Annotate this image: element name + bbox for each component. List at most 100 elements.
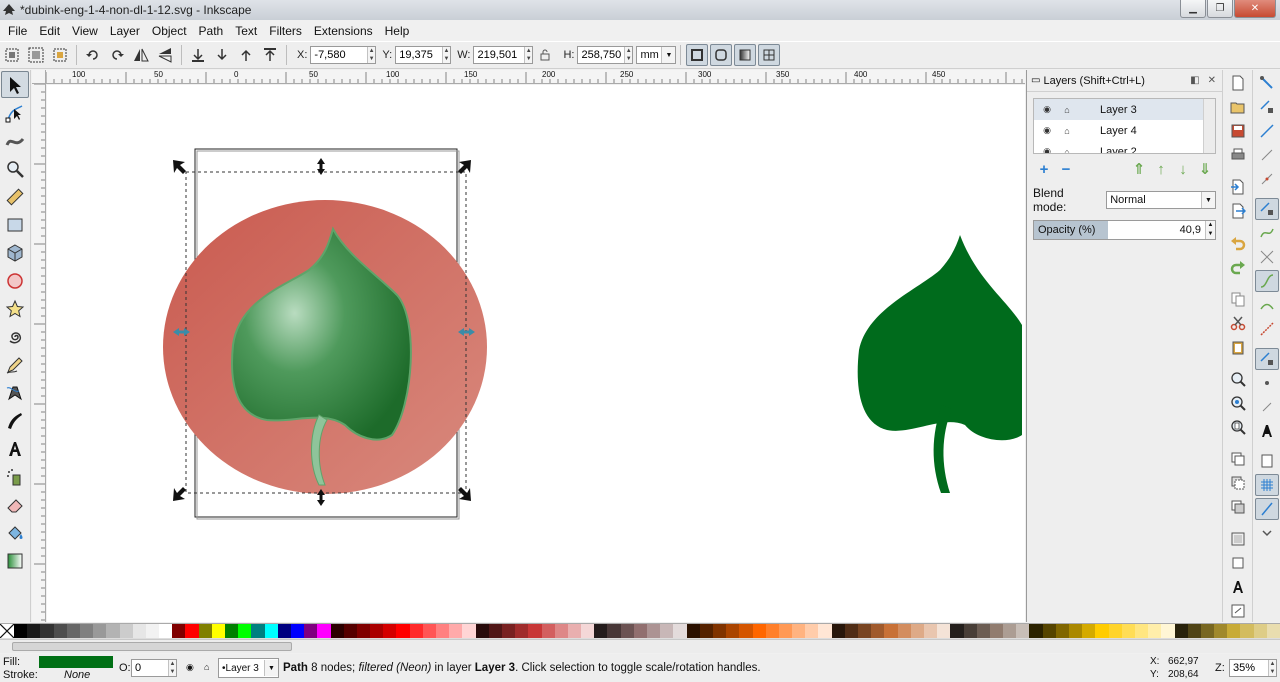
raise-icon[interactable] [235,44,257,66]
eye-icon[interactable]: ◉ [1040,125,1054,136]
snap-midpoints-icon[interactable] [1255,318,1279,340]
palette-swatch[interactable] [660,624,674,638]
snap-smooth-nodes-icon[interactable] [1255,294,1279,316]
palette-swatch[interactable] [436,624,450,638]
unlink-clone-icon[interactable] [1226,496,1250,518]
save-icon[interactable] [1226,120,1250,142]
menu-text[interactable]: Text [229,24,263,38]
deselect-icon[interactable] [49,44,71,66]
horizontal-ruler[interactable]: 100 50 0 50 100 150 200 250 300 350 400 … [46,70,1025,84]
fill-swatch[interactable] [39,656,113,668]
lower-layer-to-bottom-icon[interactable]: ⇓ [1194,159,1216,179]
palette-swatch[interactable] [647,624,661,638]
lock-icon[interactable]: ⌂ [1060,126,1074,136]
lower-icon[interactable] [211,44,233,66]
palette-swatch[interactable] [1108,624,1122,638]
palette-swatch[interactable] [251,624,265,638]
green-leaf[interactable] [857,235,1022,493]
palette-swatch[interactable] [765,624,779,638]
palette-swatch[interactable] [831,624,845,638]
palette-swatch[interactable] [1214,624,1228,638]
duplicate-icon[interactable] [1226,448,1250,470]
maximize-button[interactable]: ❐ [1207,0,1233,18]
palette-swatch[interactable] [792,624,806,638]
h-field[interactable]: ▲▼ [577,46,634,64]
palette-swatch[interactable] [1095,624,1109,638]
text-tool-icon[interactable] [1,435,29,462]
x-input[interactable] [311,47,367,63]
minimize-button[interactable]: ▁ [1180,0,1206,18]
open-file-icon[interactable] [1226,96,1250,118]
ellipse-tool-icon[interactable] [1,267,29,294]
opacity-status-stepper[interactable]: ▲ ▼ [167,660,176,676]
w-input[interactable] [474,47,524,63]
raise-layer-icon[interactable]: ↑ [1150,159,1172,179]
snap-nodes-icon[interactable] [1254,198,1279,220]
palette-swatch[interactable] [950,624,964,638]
cut-icon[interactable] [1226,312,1250,334]
layer-row[interactable]: ◉ ⌂ Layer 2 [1034,141,1215,154]
palette-swatch[interactable] [1003,624,1017,638]
palette-swatch[interactable] [739,624,753,638]
group-icon[interactable] [1226,528,1250,550]
palette-swatch[interactable] [172,624,186,638]
menu-layer[interactable]: Layer [104,24,146,38]
flip-horizontal-icon[interactable] [130,44,152,66]
h-stepper[interactable]: ▲ ▼ [624,47,633,63]
palette-swatch[interactable] [317,624,331,638]
palette-swatch[interactable] [330,624,344,638]
snap-cusp-nodes-icon[interactable] [1254,270,1279,292]
3d-box-tool-icon[interactable] [1,239,29,266]
palette-swatch[interactable] [1029,624,1043,638]
canvas-drawing[interactable] [47,85,1025,622]
menu-path[interactable]: Path [193,24,230,38]
scale-stroke-icon[interactable] [686,44,709,66]
palette-swatch[interactable] [238,624,252,638]
opacity-status-field[interactable]: ▲▼ [131,659,177,677]
palette-swatch[interactable] [211,624,225,638]
palette-swatch[interactable] [1121,624,1135,638]
palette-swatch[interactable] [422,624,436,638]
palette-swatch[interactable] [198,624,212,638]
layer-lock-icon[interactable]: ⌂ [204,662,209,672]
palette-swatch[interactable] [567,624,582,638]
palette-swatch[interactable] [1082,624,1096,638]
spray-tool-icon[interactable] [1,463,29,490]
opacity-stepper[interactable]: ▲ ▼ [1205,221,1215,239]
ungroup-icon[interactable] [1226,552,1250,574]
scale-corners-icon[interactable] [710,44,733,66]
layers-scrollbar[interactable] [1203,99,1215,153]
palette-swatch[interactable] [462,624,476,638]
layer-visibility-icon[interactable]: ◉ [186,662,194,673]
new-document-icon[interactable] [1226,72,1250,94]
palette-swatch[interactable] [778,624,793,638]
palette-swatch[interactable] [673,624,687,638]
palette-swatch[interactable] [1148,624,1162,638]
palette-swatch[interactable] [1187,624,1201,638]
palette-swatch[interactable] [528,624,542,638]
pen-tool-icon[interactable] [1,379,29,406]
lock-icon[interactable]: ⌂ [1060,147,1074,154]
drawing-canvas[interactable] [47,85,1025,622]
menu-extensions[interactable]: Extensions [308,24,379,38]
palette-swatch[interactable] [633,624,647,638]
snap-bbox-edge-icon[interactable] [1255,120,1279,142]
x-field[interactable]: ▲▼ [310,46,377,64]
palette-swatch[interactable] [1253,624,1267,638]
menu-object[interactable]: Object [146,24,193,38]
h-input[interactable] [578,47,625,63]
remove-layer-icon[interactable]: − [1055,159,1077,179]
snap-centers-icon[interactable] [1255,372,1279,394]
blend-mode-select[interactable]: Normal ▼ [1106,191,1216,209]
palette-swatch[interactable] [53,624,67,638]
add-layer-icon[interactable]: + [1033,159,1055,179]
y-input[interactable] [396,47,442,63]
no-paint-swatch[interactable] [0,623,15,639]
lower-layer-icon[interactable]: ↓ [1172,159,1194,179]
palette-swatch[interactable] [1240,624,1254,638]
palette-swatch[interactable] [884,624,898,638]
opacity-slider[interactable]: Opacity (%) 40,9 ▲ ▼ [1033,220,1216,240]
export-icon[interactable] [1226,200,1250,222]
palette-swatch[interactable] [1200,624,1215,638]
zoom-stepper[interactable]: ▲ ▼ [1267,660,1276,676]
